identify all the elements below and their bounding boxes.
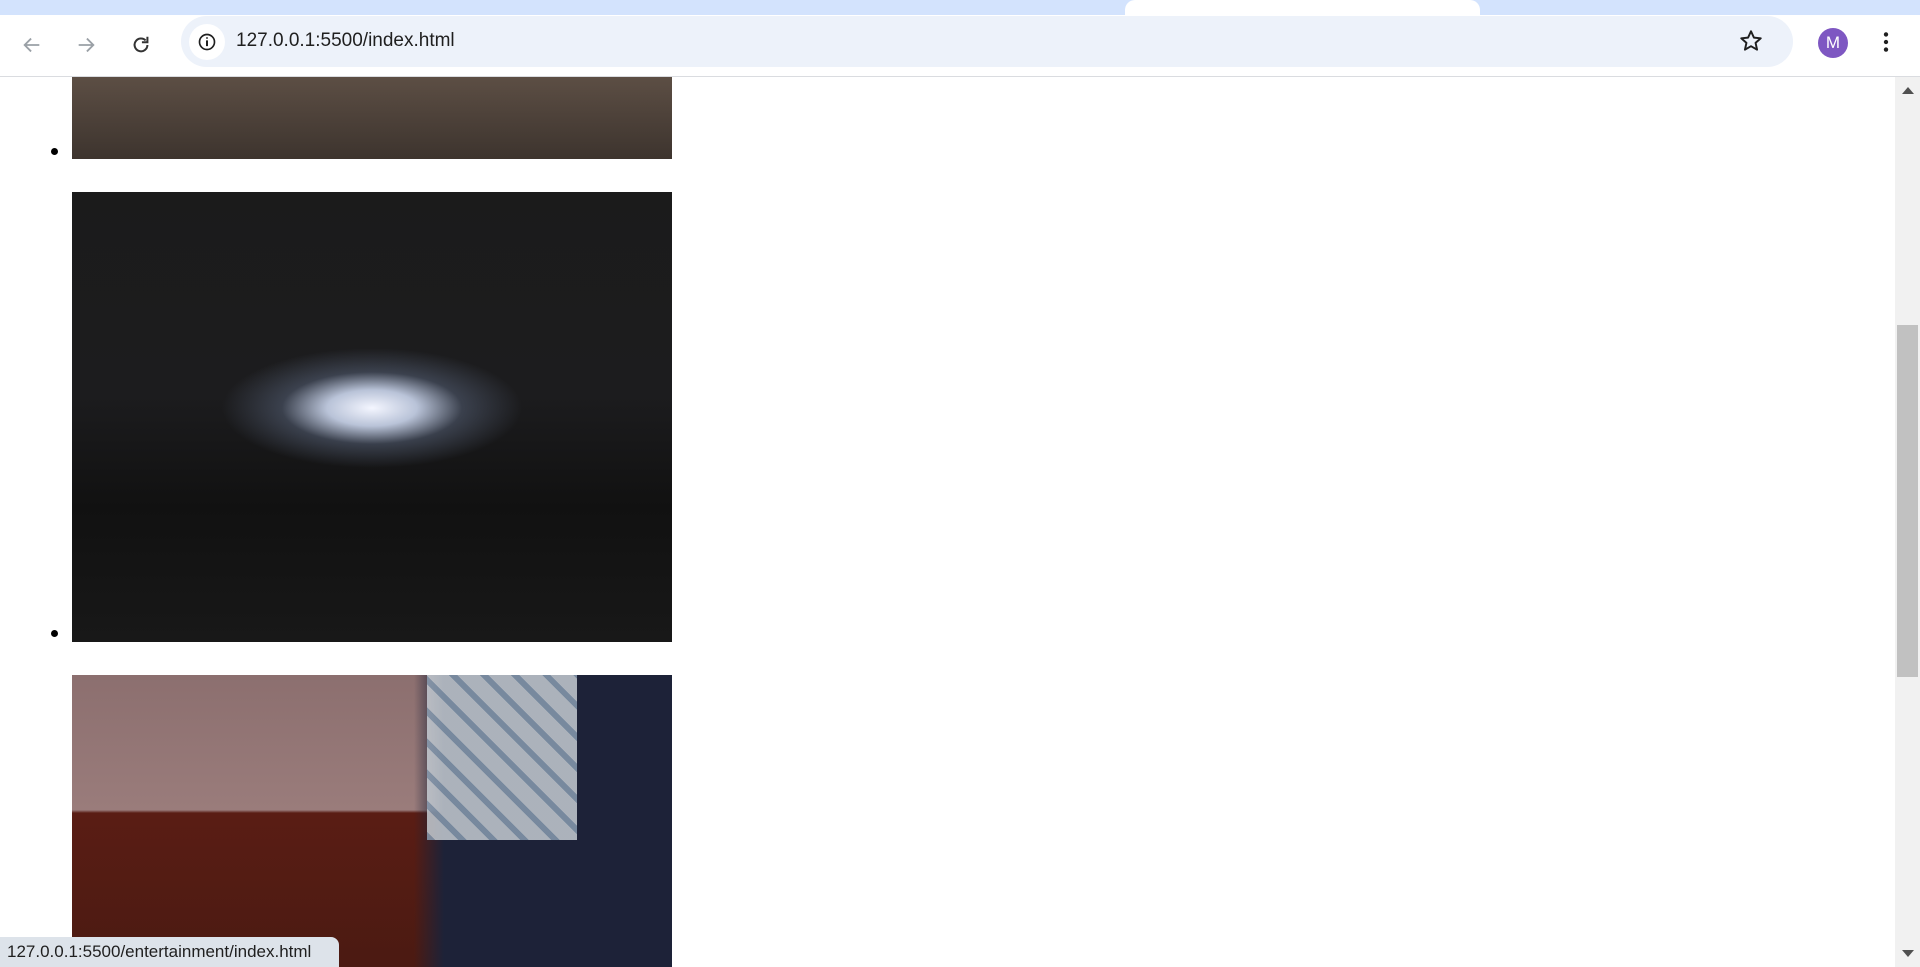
back-button[interactable] bbox=[16, 29, 48, 61]
profile-avatar[interactable]: M bbox=[1818, 28, 1848, 58]
star-icon bbox=[1740, 30, 1762, 51]
list-image-sneakers[interactable] bbox=[72, 77, 672, 159]
status-bar-link-preview: 127.0.0.1:5500/entertainment/index.html bbox=[0, 937, 339, 967]
scroll-down-arrow-icon[interactable] bbox=[1902, 950, 1914, 957]
reload-icon bbox=[133, 36, 149, 53]
list-bullet bbox=[51, 148, 58, 155]
site-info-button[interactable] bbox=[189, 24, 225, 60]
url-text[interactable]: 127.0.0.1:5500/index.html bbox=[236, 30, 455, 52]
more-menu-button[interactable] bbox=[1873, 27, 1899, 62]
page-content bbox=[0, 77, 1895, 967]
forward-button[interactable] bbox=[70, 29, 102, 61]
vertical-scrollbar[interactable] bbox=[1895, 77, 1920, 967]
list-bullet bbox=[51, 630, 58, 637]
list-image-concert[interactable] bbox=[72, 192, 672, 642]
tab-strip bbox=[0, 0, 1920, 15]
scroll-up-arrow-icon[interactable] bbox=[1902, 87, 1914, 94]
wall-pattern bbox=[427, 675, 577, 840]
reload-button[interactable] bbox=[125, 29, 157, 61]
bookmark-button[interactable] bbox=[1738, 28, 1764, 59]
info-icon bbox=[198, 33, 216, 51]
more-menu-icon bbox=[1883, 32, 1889, 52]
scrollbar-thumb[interactable] bbox=[1897, 325, 1918, 677]
browser-toolbar: 127.0.0.1:5500/index.html M bbox=[0, 15, 1920, 77]
active-tab[interactable] bbox=[1125, 0, 1480, 15]
back-icon bbox=[23, 37, 40, 53]
forward-icon bbox=[78, 37, 95, 53]
list-image-man-reading[interactable] bbox=[72, 675, 672, 967]
address-bar[interactable]: 127.0.0.1:5500/index.html bbox=[181, 16, 1793, 67]
